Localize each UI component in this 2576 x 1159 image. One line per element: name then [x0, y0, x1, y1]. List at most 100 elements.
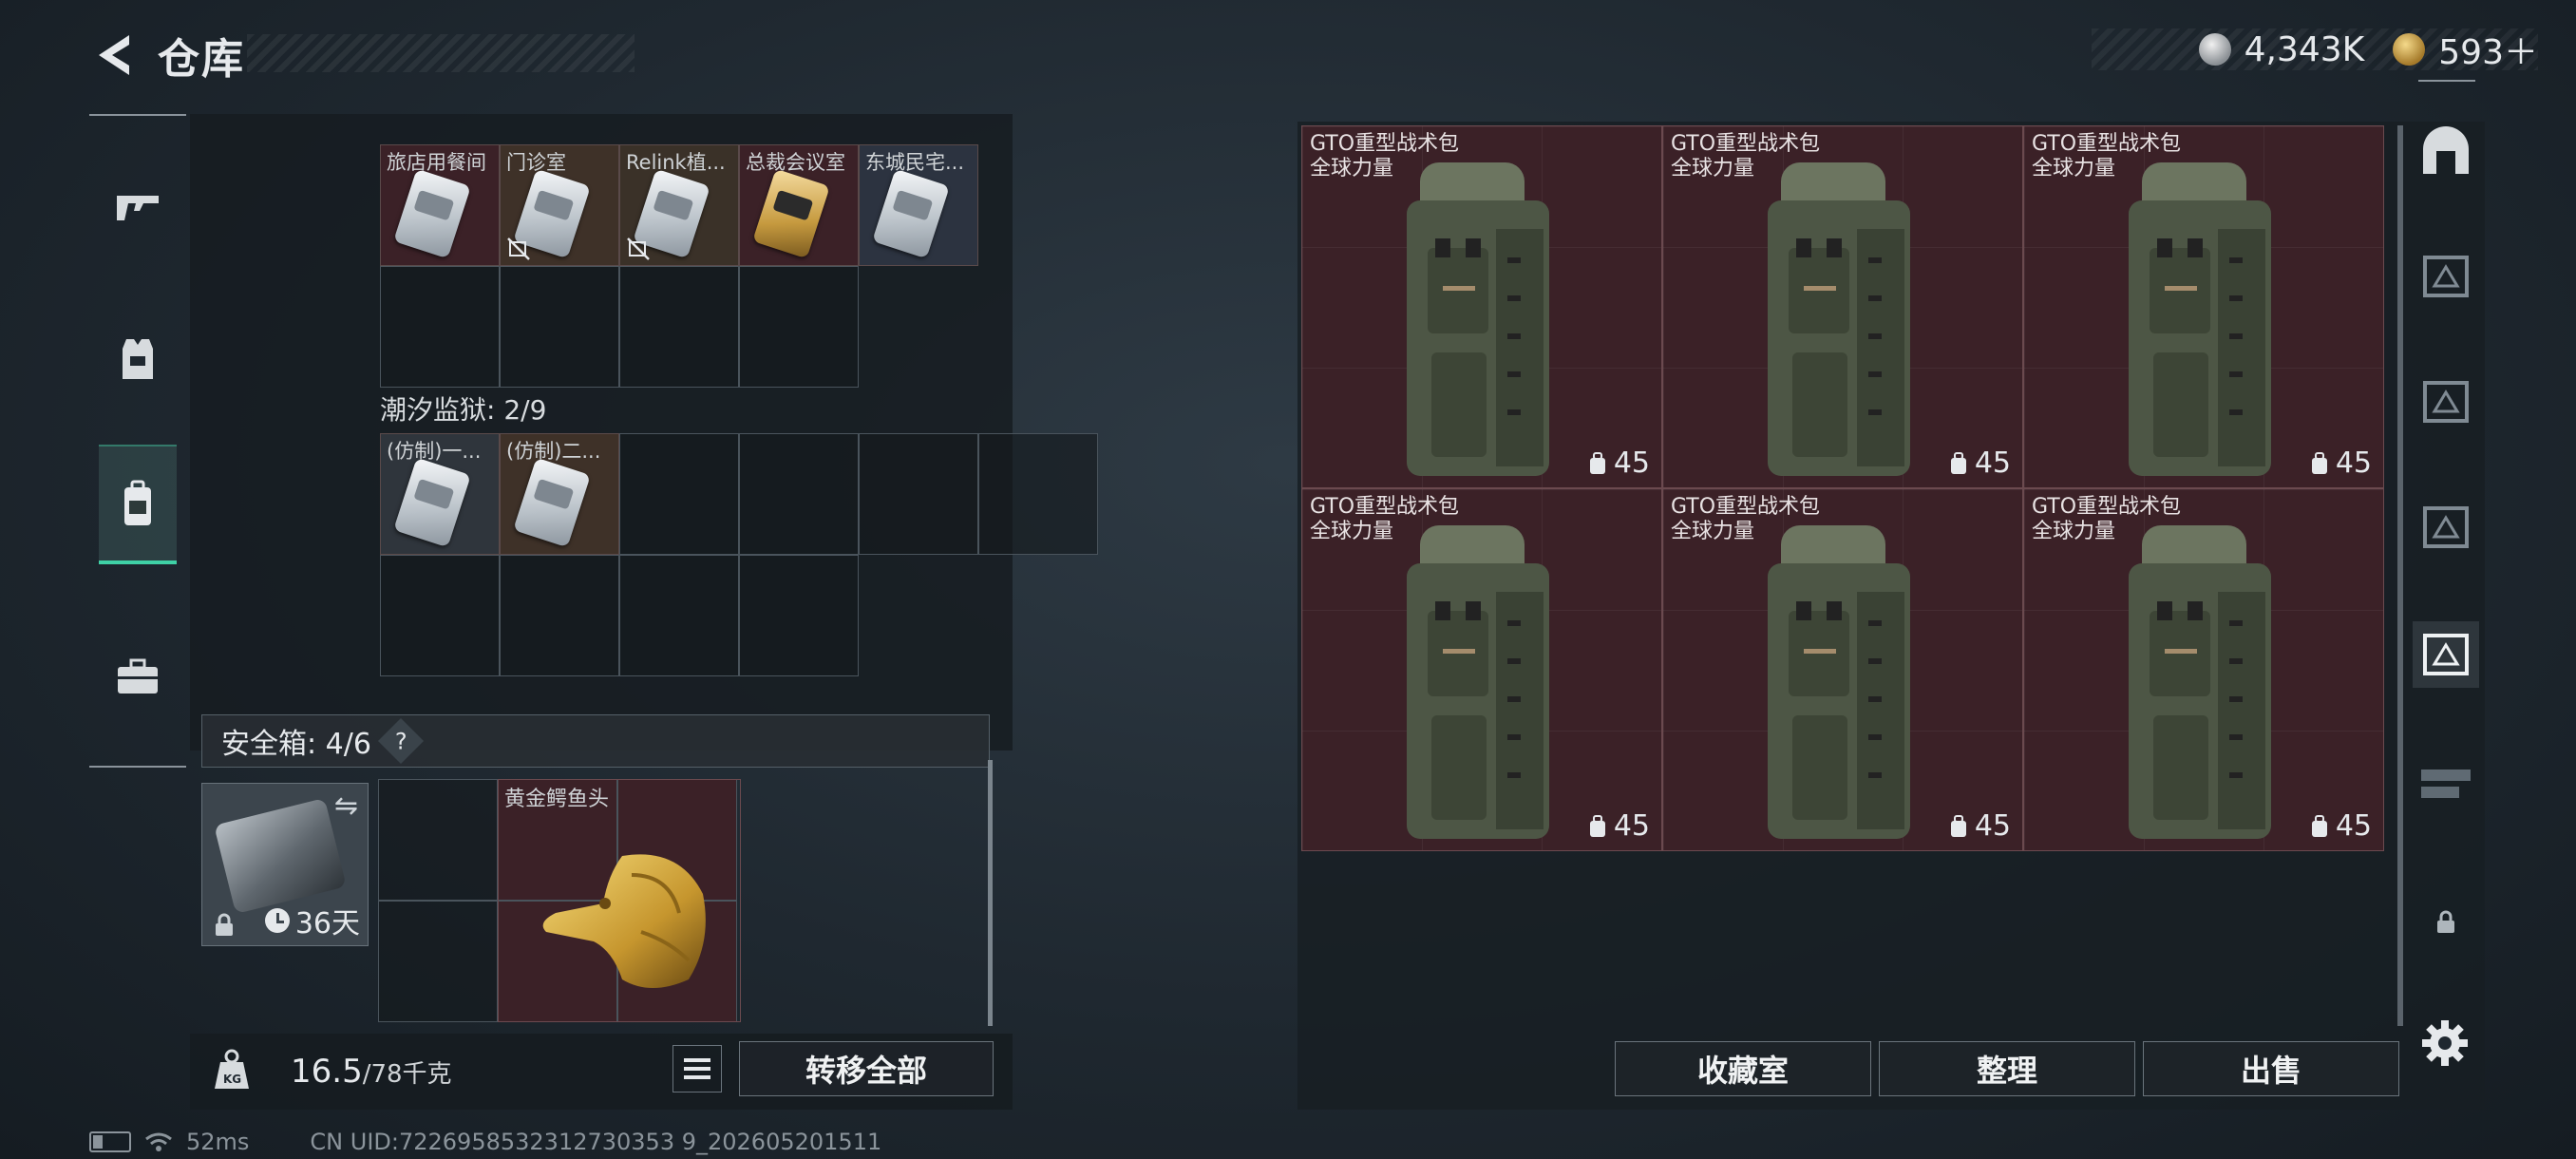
backpack-brand: 全球力量 — [2032, 520, 2116, 543]
storage-box-icon — [2423, 381, 2469, 423]
grid-cell[interactable] — [619, 555, 739, 676]
golden-crocodile-image — [542, 854, 706, 988]
storage-tab-2[interactable] — [2413, 369, 2479, 435]
keycard-image — [393, 457, 471, 548]
keycard-item[interactable]: 旅店用餐间 — [380, 144, 500, 266]
unlinked-icon — [627, 238, 650, 260]
case-timer: 36天 — [264, 900, 360, 941]
backpack-name: GTO重型战术包 — [1310, 495, 1460, 519]
grid-cell[interactable] — [619, 266, 739, 388]
weight-icon: KG — [215, 1049, 249, 1089]
timer-text: 36天 — [294, 907, 360, 940]
backpack-name: GTO重型战术包 — [1671, 495, 1821, 519]
nav-case-tab[interactable] — [99, 619, 177, 733]
backpack-label: GTO重型战术包 全球力量 — [2032, 495, 2181, 544]
nav-armor-tab[interactable] — [99, 302, 177, 416]
swap-icon[interactable]: ⇋ — [334, 789, 358, 823]
backpack-item[interactable]: GTO重型战术包 全球力量 45 — [1662, 488, 2023, 851]
unlinked-icon — [507, 238, 530, 260]
keycard-image — [752, 168, 830, 259]
weight-max: /78千克 — [362, 1060, 452, 1089]
settings-gear-icon[interactable] — [2420, 1018, 2470, 1068]
backpack-brand: 全球力量 — [1671, 157, 1755, 180]
capacity-value: 45 — [2335, 446, 2372, 480]
capacity-icon — [1589, 451, 1605, 474]
safe-case-tile[interactable]: ⇋ 36天 — [201, 783, 369, 946]
backpack-item[interactable]: GTO重型战术包 全球力量 45 — [2023, 488, 2384, 851]
keycard-item[interactable]: 总裁会议室 — [739, 144, 859, 266]
list-view-button[interactable] — [672, 1045, 722, 1092]
back-button[interactable] — [85, 27, 142, 84]
grid-cell[interactable] — [739, 555, 859, 676]
capacity-icon — [1950, 451, 1966, 474]
collection-room-button[interactable]: 收藏室 — [1615, 1041, 1871, 1096]
keycard-item[interactable]: (仿制)二... — [500, 433, 619, 555]
backpack-brand: 全球力量 — [1310, 520, 1394, 543]
battery-icon — [89, 1131, 131, 1152]
silver-coin-icon — [2198, 33, 2231, 66]
sell-button[interactable]: 出售 — [2143, 1041, 2399, 1096]
title-stripes — [247, 34, 635, 72]
grid-cell[interactable] — [739, 433, 859, 555]
backpack-item[interactable]: GTO重型战术包 全球力量 45 — [1301, 125, 1662, 488]
backpack-capacity: 45 — [1948, 446, 2011, 480]
grid-cell[interactable] — [378, 901, 498, 1022]
backpack-label: GTO重型战术包 全球力量 — [1310, 495, 1459, 544]
grid-cell[interactable] — [380, 266, 500, 388]
grid-cell[interactable] — [380, 555, 500, 676]
backpack-capacity: 45 — [2309, 446, 2372, 480]
briefcase-icon — [118, 658, 158, 694]
uid-text: CN UID:7226958532312730353 9_20260520151… — [310, 1129, 882, 1155]
nav-weapon-tab[interactable] — [99, 150, 177, 264]
currency-bar: 4,343K 593＋ — [2092, 28, 2538, 72]
organize-button[interactable]: 整理 — [1879, 1041, 2135, 1096]
backpack-image — [1407, 162, 1549, 476]
keycard-item[interactable]: (仿制)一... — [380, 433, 500, 555]
nav-backpack-tab[interactable] — [99, 445, 177, 564]
safe-box-header: 安全箱: 4/6 ? — [201, 714, 990, 768]
backpack-item[interactable]: GTO重型战术包 全球力量 45 — [1662, 125, 2023, 488]
transfer-all-button[interactable]: 转移全部 — [739, 1041, 994, 1096]
gold-coin-icon — [2393, 33, 2426, 66]
grid-cell[interactable] — [978, 433, 1098, 555]
storage-tab-3[interactable] — [2413, 494, 2479, 560]
keycard-item[interactable]: 东城民宅... — [859, 144, 978, 266]
help-icon[interactable]: ? — [377, 717, 424, 765]
grid-cell[interactable] — [739, 266, 859, 388]
backpack-name: GTO重型战术包 — [1671, 132, 1821, 156]
currency-gold-amount[interactable]: 593＋ — [2438, 25, 2538, 74]
grid-cell[interactable] — [500, 266, 619, 388]
storage-tab-locked[interactable] — [2413, 889, 2479, 956]
golden-croc-item[interactable]: 黄金鳄鱼头 — [498, 779, 741, 1022]
storage-box-icon — [2423, 256, 2469, 297]
right-scrollbar[interactable] — [2397, 125, 2403, 1026]
capacity-value: 45 — [1974, 809, 2011, 843]
lock-icon — [216, 913, 233, 936]
storage-tab-main[interactable] — [2413, 118, 2479, 184]
backpack-label: GTO重型战术包 全球力量 — [1671, 495, 1820, 544]
storage-tab-1[interactable] — [2413, 243, 2479, 310]
storage-tab-4-selected[interactable] — [2413, 621, 2479, 688]
capacity-value: 45 — [1974, 446, 2011, 480]
backpack-item[interactable]: GTO重型战术包 全球力量 45 — [2023, 125, 2384, 488]
header-title-bar: 仓库 — [85, 21, 635, 89]
page-title: 仓库 — [158, 35, 245, 84]
weight-bar: KG 16.5/78千克 转移全部 — [190, 1034, 1013, 1110]
grid-cell[interactable] — [378, 779, 498, 901]
keycard-item[interactable]: 门诊室 — [500, 144, 619, 266]
keycard-name: 总裁会议室 — [746, 151, 845, 174]
grid-empty — [859, 266, 978, 388]
backpack-item[interactable]: GTO重型战术包 全球力量 45 — [1301, 488, 1662, 851]
rifle-icon — [117, 196, 159, 220]
keycard-item[interactable]: Relink植... — [619, 144, 739, 266]
storage-tab-5[interactable] — [2413, 750, 2479, 817]
grid-cell[interactable] — [500, 555, 619, 676]
capacity-icon — [1950, 814, 1966, 837]
keycard-name: 旅店用餐间 — [387, 151, 486, 174]
svg-text:KG: KG — [223, 1073, 241, 1086]
grid-cell[interactable] — [619, 433, 739, 555]
left-scrollbar[interactable] — [988, 760, 993, 1026]
keycard-image — [513, 457, 591, 548]
grid-cell[interactable] — [859, 433, 978, 555]
backpack-name: GTO重型战术包 — [2032, 132, 2182, 156]
